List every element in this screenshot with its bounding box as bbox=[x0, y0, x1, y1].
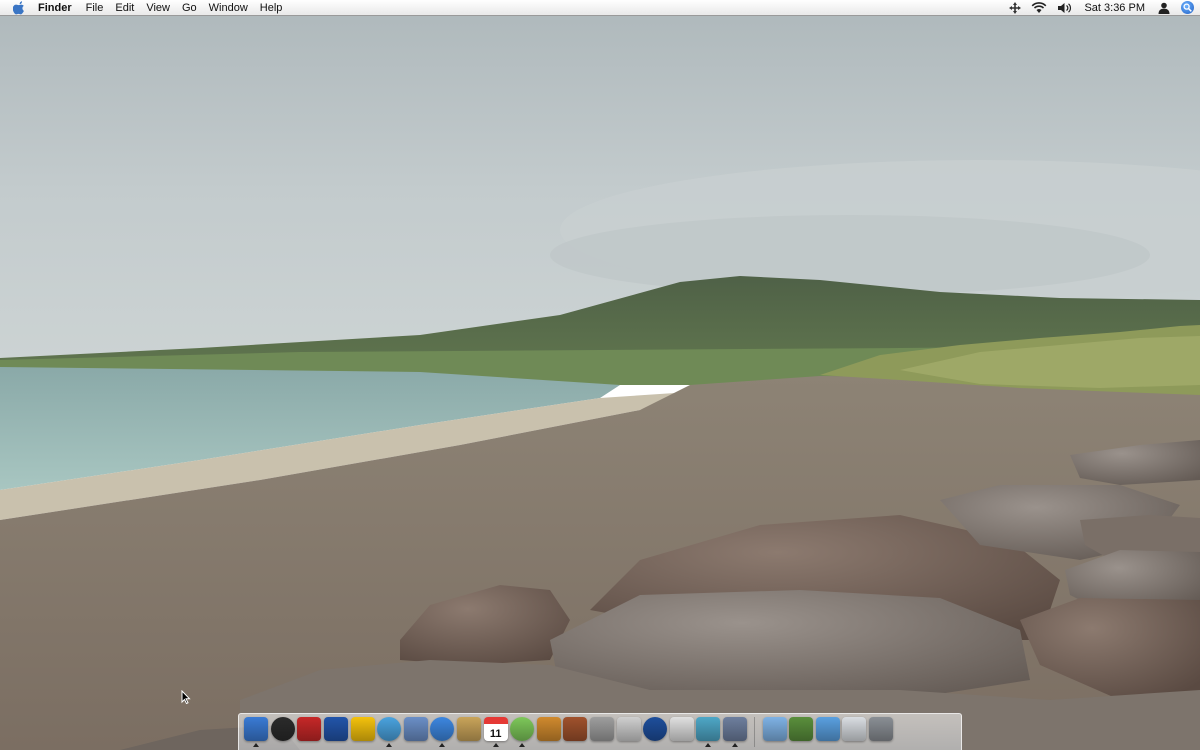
mail-tile bbox=[324, 717, 349, 741]
preview-tile bbox=[403, 717, 428, 741]
dashboard-icon[interactable] bbox=[270, 717, 295, 745]
user-icon[interactable] bbox=[1158, 0, 1170, 16]
trash-icon[interactable] bbox=[868, 717, 893, 745]
google-earth-icon[interactable] bbox=[643, 717, 668, 745]
finder-tile bbox=[244, 717, 269, 741]
console-tile bbox=[350, 717, 375, 741]
system-preferences-tile bbox=[590, 717, 615, 741]
apple-store-tile bbox=[669, 717, 694, 741]
desktop-folder-tile bbox=[815, 717, 840, 741]
google-earth-tile bbox=[643, 717, 668, 741]
menu-clock[interactable]: Sat 3:36 PM bbox=[1084, 2, 1145, 14]
documents-stack-icon[interactable] bbox=[842, 717, 867, 745]
running-indicator bbox=[386, 743, 393, 747]
ichat-icon[interactable] bbox=[430, 717, 455, 747]
iphoto-icon[interactable] bbox=[536, 717, 561, 745]
running-indicator bbox=[253, 743, 260, 747]
address-book-icon[interactable] bbox=[457, 717, 482, 745]
safari-icon[interactable] bbox=[377, 717, 402, 747]
menu-help[interactable]: Help bbox=[254, 0, 289, 16]
screenshot-icon[interactable] bbox=[696, 717, 721, 747]
bonsai-app-tile bbox=[789, 717, 814, 741]
volume-icon[interactable] bbox=[1057, 0, 1073, 16]
itunes-icon[interactable] bbox=[510, 717, 535, 747]
iphoto-tile bbox=[536, 717, 561, 741]
front-row-tile bbox=[297, 717, 322, 741]
safari-tile bbox=[377, 717, 402, 741]
menu-view[interactable]: View bbox=[140, 0, 176, 16]
photo-booth-tile bbox=[563, 717, 588, 741]
mouse-pointer-icon bbox=[181, 689, 191, 705]
bonsai-app-icon[interactable] bbox=[789, 717, 814, 745]
preview-icon[interactable] bbox=[403, 717, 428, 745]
ichat-tile bbox=[430, 717, 455, 741]
running-indicator bbox=[731, 743, 738, 747]
ical-icon[interactable]: 11 bbox=[483, 717, 508, 747]
running-indicator bbox=[519, 743, 526, 747]
beach-landscape-image bbox=[0, 0, 1200, 750]
console-icon[interactable] bbox=[350, 717, 375, 745]
grab-icon[interactable] bbox=[722, 717, 747, 747]
menu-app-finder[interactable]: Finder bbox=[34, 0, 80, 16]
front-row-icon[interactable] bbox=[297, 717, 322, 745]
apple-store-icon[interactable] bbox=[669, 717, 694, 745]
wifi-icon[interactable] bbox=[1031, 0, 1047, 16]
trash-tile bbox=[868, 717, 893, 741]
menu-bar: Finder File Edit View Go Window Help Sat… bbox=[0, 0, 1200, 16]
desktop-wallpaper bbox=[0, 0, 1200, 750]
itunes-tile bbox=[510, 717, 535, 741]
menu-window[interactable]: Window bbox=[203, 0, 254, 16]
dock-separator bbox=[754, 717, 756, 747]
ical-tile: 11 bbox=[483, 717, 508, 741]
spotlight-icon[interactable] bbox=[1181, 1, 1194, 14]
dock: 11 bbox=[238, 713, 962, 750]
menu-file[interactable]: File bbox=[80, 0, 110, 16]
running-indicator bbox=[439, 743, 446, 747]
dvd-player-tile bbox=[616, 717, 641, 741]
system-preferences-icon[interactable] bbox=[590, 717, 615, 745]
grab-tile bbox=[722, 717, 747, 741]
mail-icon[interactable] bbox=[324, 717, 349, 745]
spaces-icon[interactable] bbox=[1009, 0, 1022, 16]
menu-go[interactable]: Go bbox=[176, 0, 203, 16]
applications-folder-tile bbox=[762, 717, 787, 741]
photo-booth-icon[interactable] bbox=[563, 717, 588, 745]
running-indicator bbox=[492, 743, 499, 747]
apple-menu-icon[interactable] bbox=[12, 0, 26, 15]
screenshot-tile bbox=[696, 717, 721, 741]
applications-folder-icon[interactable] bbox=[762, 717, 787, 745]
dvd-player-icon[interactable] bbox=[616, 717, 641, 745]
documents-stack-tile bbox=[842, 717, 867, 741]
desktop-folder-icon[interactable] bbox=[815, 717, 840, 745]
address-book-tile bbox=[457, 717, 482, 741]
finder-icon[interactable] bbox=[244, 717, 269, 747]
dashboard-tile bbox=[270, 717, 295, 741]
ical-date-label: 11 bbox=[489, 728, 502, 740]
running-indicator bbox=[705, 743, 712, 747]
menu-edit[interactable]: Edit bbox=[109, 0, 140, 16]
